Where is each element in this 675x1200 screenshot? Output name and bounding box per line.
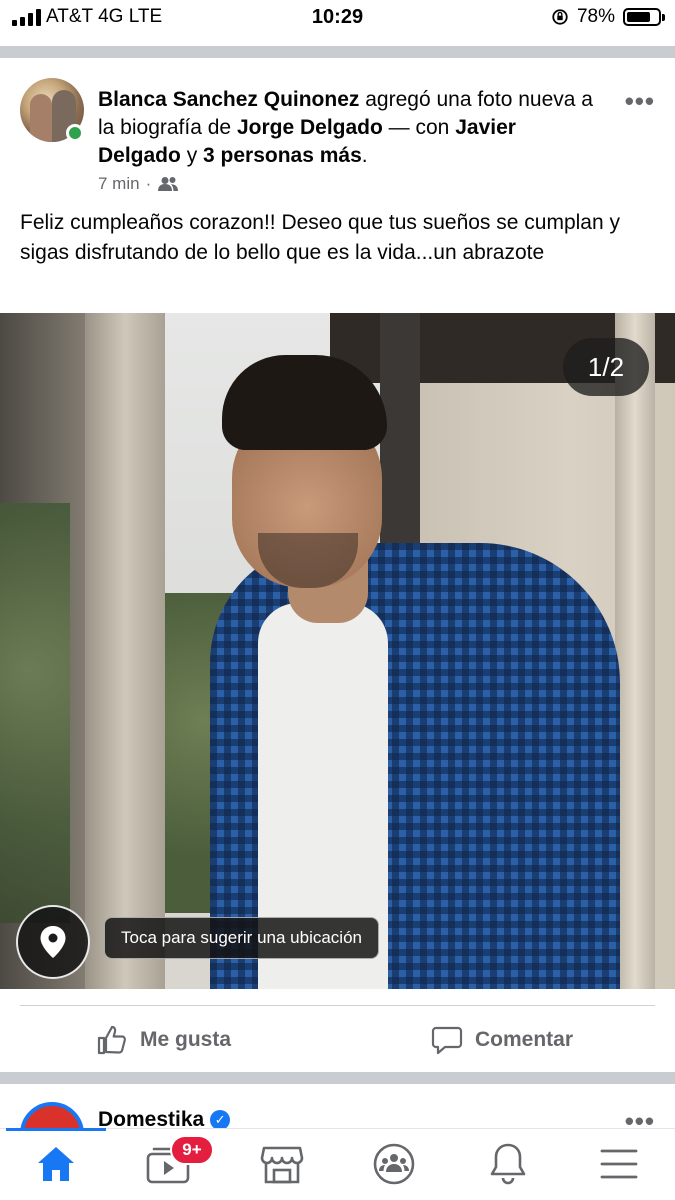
location-suggestion-tooltip[interactable]: Toca para sugerir una ubicación — [104, 917, 379, 959]
status-bar: AT&T 4G LTE 10:29 78% — [0, 0, 675, 40]
battery-percent: 78% — [576, 6, 615, 27]
home-icon[interactable] — [30, 1140, 82, 1188]
others-link[interactable]: 3 personas más — [203, 144, 362, 167]
more-options-icon[interactable]: ••• — [625, 86, 655, 117]
target-name[interactable]: Jorge Delgado — [237, 116, 383, 139]
post-meta: 7 min · — [98, 174, 179, 194]
online-status-dot — [66, 124, 84, 142]
like-button[interactable]: Me gusta — [96, 1018, 231, 1062]
comment-icon — [431, 1026, 463, 1055]
tab-bar — [0, 1128, 675, 1200]
post-title: Blanca Sanchez Quinonez agregó una foto … — [98, 88, 593, 167]
post-text: Feliz cumpleaños corazon!! Deseo que tus… — [20, 211, 620, 264]
thumbs-up-icon — [97, 1025, 126, 1055]
friends-icon[interactable] — [157, 176, 179, 192]
video-badge: 9+ — [170, 1135, 214, 1165]
post-time[interactable]: 7 min — [98, 174, 140, 194]
active-tab-indicator — [6, 1128, 106, 1131]
battery-icon — [623, 8, 665, 26]
battery-level — [627, 12, 651, 22]
groups-icon[interactable] — [368, 1140, 420, 1188]
post-photo[interactable] — [0, 313, 675, 989]
notifications-icon[interactable] — [482, 1140, 534, 1188]
comment-label: Comentar — [475, 1028, 574, 1051]
comment-button[interactable]: Comentar — [431, 1018, 573, 1062]
menu-icon[interactable] — [593, 1140, 645, 1188]
actions-divider — [20, 1005, 655, 1006]
rotation-lock-icon — [552, 9, 568, 25]
marketplace-icon[interactable] — [256, 1140, 308, 1188]
feed-separator — [0, 46, 675, 58]
location-pin-icon[interactable] — [16, 905, 90, 979]
feed-separator — [0, 1072, 675, 1084]
photo-counter: 1/2 — [563, 338, 649, 396]
author-name[interactable]: Blanca Sanchez Quinonez — [98, 88, 359, 111]
like-label: Me gusta — [140, 1028, 232, 1051]
verified-badge-icon: ✓ — [210, 1110, 231, 1130]
